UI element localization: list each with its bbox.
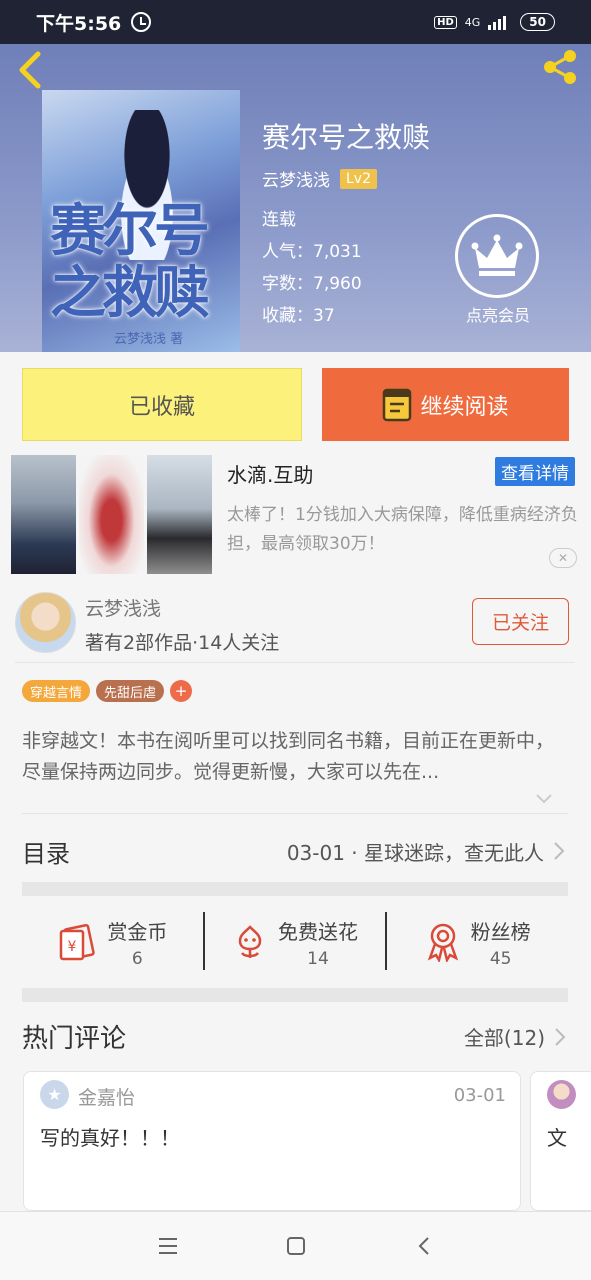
red-envelope-icon: ¥ — [60, 923, 96, 961]
status-time: 下午5:56 — [36, 12, 122, 35]
back-button[interactable] — [14, 50, 50, 90]
interaction-row: ¥ 赏金币 6 免费送花 14 粉丝榜 45 — [22, 912, 568, 972]
comment-user: 金嘉怡 — [78, 1087, 136, 1109]
comment-card[interactable]: 文 — [530, 1071, 591, 1211]
ad-close-button[interactable]: ✕ — [549, 548, 577, 568]
status-bar: 下午5:56 HD 4G 50 — [0, 0, 591, 44]
fan-rank-text: 粉丝榜 45 — [471, 916, 531, 969]
divider — [15, 662, 575, 663]
author-card-name: 云梦浅浅 — [85, 598, 162, 620]
share-button[interactable] — [539, 46, 581, 88]
svg-text:¥: ¥ — [68, 939, 77, 955]
home-square-icon — [286, 1237, 305, 1255]
toc-row[interactable]: 目录 03-01 · 星球迷踪，查无此人 — [22, 830, 568, 872]
status-right: HD 4G 50 — [434, 13, 555, 31]
comment-date: 03-01 — [453, 1085, 506, 1106]
book-word-count: 字数：7,960 — [262, 274, 362, 294]
flower-label: 免费送花 — [278, 919, 358, 944]
tag-list: 穿越言情 先甜后虐 + — [22, 680, 193, 702]
continue-read-button[interactable]: 继续阅读 — [322, 368, 569, 441]
fan-rank-button[interactable]: 粉丝榜 45 — [387, 912, 568, 972]
book-meta: 连载 人气：7,031 字数：7,960 收藏：37 — [262, 204, 362, 332]
author-card[interactable]: 云梦浅浅 著有2部作品·14人关注 已关注 — [15, 592, 575, 654]
menu-icon — [158, 1238, 177, 1254]
system-nav-bar — [0, 1211, 591, 1280]
book-cover[interactable]: 赛尔号之救赎 云梦浅浅 著 — [42, 90, 240, 352]
ad-image — [79, 455, 144, 574]
back-arrow-icon — [19, 51, 41, 89]
back-triangle-icon — [418, 1237, 429, 1255]
hd-icon: HD — [434, 15, 457, 29]
send-flower-button[interactable]: 免费送花 14 — [205, 912, 386, 972]
fan-rank-label: 粉丝榜 — [470, 919, 531, 944]
ad-description: 太棒了！1分钱加入大病保障，降低重病经济负担，最高领取30万！ — [227, 505, 578, 554]
tag[interactable]: 穿越言情 — [22, 680, 91, 702]
menu-button[interactable] — [156, 1234, 180, 1258]
avatar[interactable] — [15, 592, 76, 653]
cover-author: 云梦浅浅 著 — [114, 332, 184, 347]
reward-label: 赏金币 — [107, 919, 168, 944]
toc-latest-chapter: 03-01 · 星球迷踪，查无此人 — [286, 840, 544, 865]
book-icon — [383, 388, 412, 421]
divider — [22, 813, 568, 814]
author-card-stats: 著有2部作品·14人关注 — [85, 632, 280, 654]
ad-title: 水滴.互助 — [227, 463, 314, 487]
continue-read-label: 继续阅读 — [420, 394, 509, 420]
alarm-icon — [131, 12, 152, 32]
comment-text: 文 — [547, 1126, 567, 1150]
flower-count: 14 — [307, 948, 329, 969]
hot-comments-title: 热门评论 — [22, 1024, 127, 1054]
cover-title: 赛尔号之救赎 — [50, 198, 210, 326]
chevron-right-icon — [555, 1027, 566, 1046]
section-divider — [22, 882, 568, 896]
vip-label: 点亮会员 — [465, 306, 530, 325]
home-button[interactable] — [284, 1234, 308, 1258]
avatar — [547, 1080, 576, 1109]
section-divider — [22, 988, 568, 1002]
toc-label: 目录 — [22, 839, 70, 868]
share-icon — [544, 50, 576, 84]
ad-image — [147, 455, 212, 574]
flower-icon — [238, 925, 262, 958]
author-name[interactable]: 云梦浅浅 — [262, 166, 330, 191]
collected-label: 已收藏 — [128, 394, 195, 420]
fan-rank-count: 45 — [489, 948, 512, 969]
chevron-down-icon[interactable] — [535, 790, 553, 808]
book-popularity: 人气：7,031 — [262, 242, 362, 262]
signal-icon — [488, 14, 507, 30]
award-ribbon-icon — [427, 923, 458, 962]
comment-text: 写的真好！！！ — [40, 1126, 180, 1150]
ad-image — [11, 455, 76, 574]
ad-detail-button[interactable]: 查看详情 — [495, 457, 575, 486]
vip-circle — [455, 214, 539, 298]
book-title: 赛尔号之救赎 — [262, 121, 431, 154]
all-comments-label: 全部(12) — [463, 1026, 545, 1050]
synopsis[interactable]: 非穿越文！本书在阅听里可以找到同名书籍，目前正在更新中，尽量保持两边同步。觉得更… — [22, 726, 568, 788]
add-tag-button[interactable]: + — [170, 680, 193, 702]
crown-icon — [471, 234, 523, 276]
book-favorites: 收藏：37 — [262, 306, 335, 326]
network-label: 4G — [464, 15, 481, 29]
chevron-right-icon — [554, 842, 565, 860]
book-status: 连载 — [262, 210, 296, 230]
battery-icon: 50 — [520, 13, 555, 31]
star-avatar-icon: ★ — [40, 1080, 69, 1109]
all-comments-link[interactable]: 全部(12) — [464, 1022, 569, 1051]
collected-button[interactable]: 已收藏 — [22, 368, 302, 441]
book-header: 赛尔号之救赎 云梦浅浅 著 赛尔号之救赎 云梦浅浅 Lv2 连载 人气：7,03… — [0, 44, 591, 352]
system-back-button[interactable] — [412, 1234, 436, 1258]
reward-coins-button[interactable]: ¥ 赏金币 6 — [22, 912, 203, 972]
reward-count: 6 — [131, 948, 143, 969]
vip-button[interactable]: 点亮会员 — [455, 214, 541, 326]
comment-card[interactable]: ★ 金嘉怡 03-01 写的真好！！！ — [23, 1071, 521, 1211]
author-row: 云梦浅浅 Lv2 — [262, 166, 377, 191]
reward-text: 赏金币 6 — [107, 916, 167, 969]
follow-button[interactable]: 已关注 — [472, 598, 569, 645]
level-badge: Lv2 — [340, 168, 377, 189]
ad-images — [11, 455, 212, 574]
flower-text: 免费送花 14 — [278, 916, 358, 969]
ad-banner[interactable]: 水滴.互助 查看详情 太棒了！1分钱加入大病保障，降低重病经济负担，最高领取30… — [11, 455, 581, 575]
tag[interactable]: 先甜后虐 — [96, 680, 165, 702]
